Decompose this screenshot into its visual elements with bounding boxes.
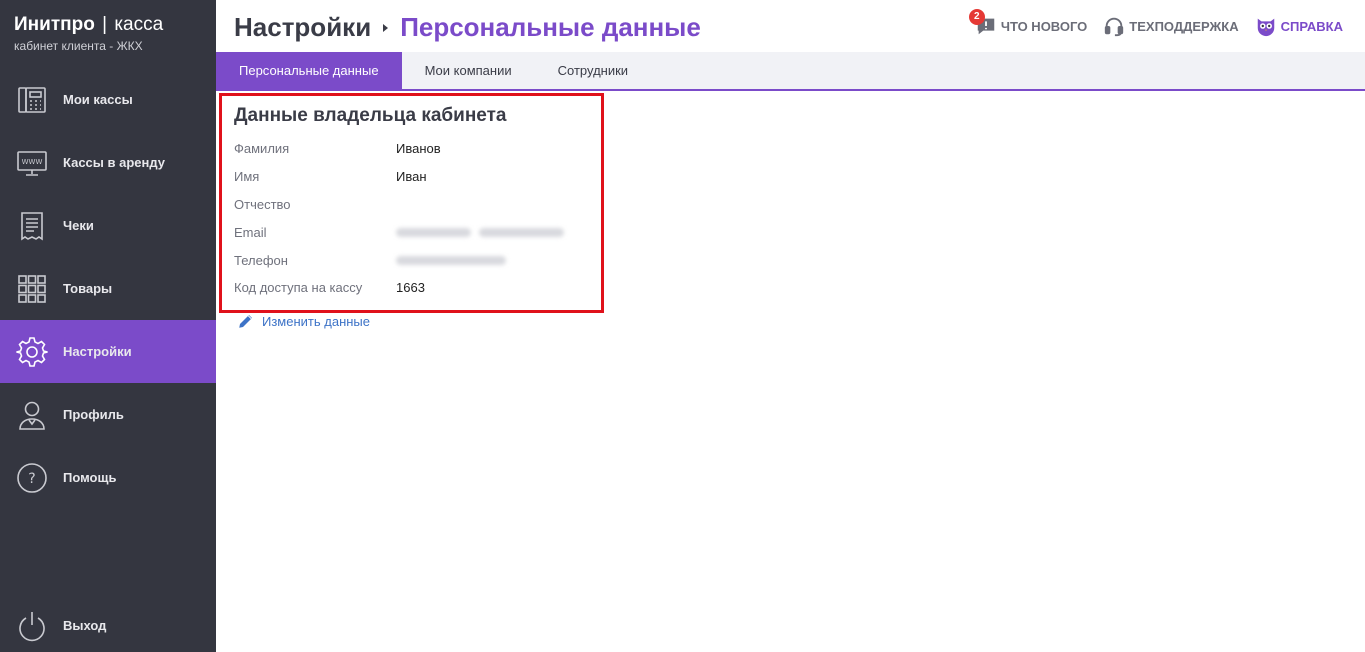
brand-name: Инитпро bbox=[14, 14, 95, 35]
sidebar-item-label: Выход bbox=[63, 618, 107, 633]
tab-personal-data[interactable]: Персональные данные bbox=[216, 52, 402, 89]
field-label: Телефон bbox=[234, 252, 288, 268]
tab-employees[interactable]: Сотрудники bbox=[535, 52, 651, 89]
brand-product: касса bbox=[114, 14, 164, 35]
brand-title: Инитпро | касса bbox=[14, 14, 163, 36]
phone-value-redacted bbox=[396, 253, 506, 268]
help-label: СПРАВКА bbox=[1280, 18, 1343, 34]
breadcrumb: Настройки Персональные данные bbox=[234, 12, 701, 43]
cash-register-icon bbox=[16, 84, 48, 116]
field-value: 1663 bbox=[396, 279, 425, 295]
owl-icon bbox=[1257, 18, 1274, 37]
field-row-first-name: Имя Иван bbox=[234, 166, 427, 186]
field-value: Иванов bbox=[396, 140, 441, 156]
tab-my-companies[interactable]: Мои компании bbox=[402, 52, 535, 89]
sidebar-item-products[interactable]: Товары bbox=[0, 257, 216, 320]
sidebar-item-help[interactable]: ? Помощь bbox=[0, 446, 216, 509]
breadcrumb-arrow-icon bbox=[383, 23, 389, 32]
pencil-icon bbox=[239, 315, 252, 328]
settings-tabs: Персональные данные Мои компании Сотрудн… bbox=[216, 52, 1365, 91]
edit-data-label: Изменить данные bbox=[262, 313, 370, 329]
field-label: Отчество bbox=[234, 196, 291, 212]
email-value-redacted bbox=[396, 225, 564, 240]
field-row-access-code: Код доступа на кассу 1663 bbox=[234, 277, 425, 297]
sidebar-item-label: Настройки bbox=[63, 344, 132, 359]
owner-data-section: Данные владельца кабинета Фамилия Иванов… bbox=[219, 93, 604, 313]
receipt-icon bbox=[16, 210, 48, 242]
page-title: Персональные данные bbox=[400, 12, 701, 42]
breadcrumb-parent[interactable]: Настройки bbox=[234, 12, 371, 43]
owner-data-title: Данные владельца кабинета bbox=[234, 105, 507, 126]
support-label: ТЕХПОДДЕРЖКА bbox=[1129, 18, 1239, 34]
sidebar-item-logout[interactable]: Выход bbox=[0, 594, 216, 652]
sidebar-item-label: Товары bbox=[63, 281, 113, 296]
app: Инитпро | касса кабинет клиента - ЖКХ Мо… bbox=[0, 0, 1365, 652]
field-label: Имя bbox=[234, 168, 260, 184]
field-value: Иван bbox=[396, 168, 427, 184]
field-row-email: Email bbox=[234, 222, 564, 242]
headset-icon bbox=[1105, 17, 1124, 37]
grid-icon bbox=[16, 273, 48, 305]
brand[interactable]: Инитпро | касса кабинет клиента - ЖКХ bbox=[14, 14, 163, 53]
brand-separator: | bbox=[102, 14, 108, 35]
svg-text:WWW: WWW bbox=[22, 158, 43, 166]
whats-new-label: ЧТО НОВОГО bbox=[1000, 18, 1088, 34]
power-icon bbox=[16, 610, 48, 642]
sidebar-item-label: Мои кассы bbox=[63, 92, 133, 107]
field-row-phone: Телефон bbox=[234, 250, 506, 270]
field-row-last-name: Фамилия Иванов bbox=[234, 138, 441, 158]
question-icon: ? bbox=[16, 462, 48, 494]
sidebar-item-settings[interactable]: Настройки bbox=[0, 320, 216, 383]
svg-text:?: ? bbox=[28, 471, 35, 487]
www-monitor-icon: WWW bbox=[16, 147, 48, 179]
sidebar-item-rent-registers[interactable]: WWW Кассы в аренду bbox=[0, 131, 216, 194]
field-label: Фамилия bbox=[234, 140, 290, 156]
field-row-patronymic: Отчество bbox=[234, 194, 396, 214]
sidebar-item-label: Кассы в аренду bbox=[63, 155, 165, 170]
user-icon bbox=[16, 399, 48, 431]
header: Настройки Персональные данные 2 ЧТО НОВО… bbox=[216, 0, 1365, 52]
gear-icon bbox=[16, 336, 48, 368]
top-links: 2 ЧТО НОВОГО ТЕХПОДДЕРЖКА СПРАВКА bbox=[968, 9, 1343, 37]
sidebar: Инитпро | касса кабинет клиента - ЖКХ Мо… bbox=[0, 0, 216, 652]
sidebar-item-label: Чеки bbox=[63, 218, 94, 233]
edit-data-link[interactable]: Изменить данные bbox=[237, 312, 370, 330]
sidebar-item-label: Помощь bbox=[63, 470, 117, 485]
sidebar-item-my-cash-registers[interactable]: Мои кассы bbox=[0, 68, 216, 131]
notification-badge: 2 bbox=[968, 9, 985, 25]
field-label: Код доступа на кассу bbox=[234, 279, 363, 295]
sidebar-item-label: Профиль bbox=[63, 407, 124, 422]
field-label: Email bbox=[234, 224, 267, 240]
help-link[interactable]: СПРАВКА bbox=[1255, 15, 1343, 37]
sidebar-item-profile[interactable]: Профиль bbox=[0, 383, 216, 446]
sidebar-item-receipts[interactable]: Чеки bbox=[0, 194, 216, 257]
whats-new-link[interactable]: 2 ЧТО НОВОГО bbox=[968, 9, 1088, 37]
support-link[interactable]: ТЕХПОДДЕРЖКА bbox=[1103, 15, 1239, 37]
brand-subtitle: кабинет клиента - ЖКХ bbox=[14, 39, 143, 53]
